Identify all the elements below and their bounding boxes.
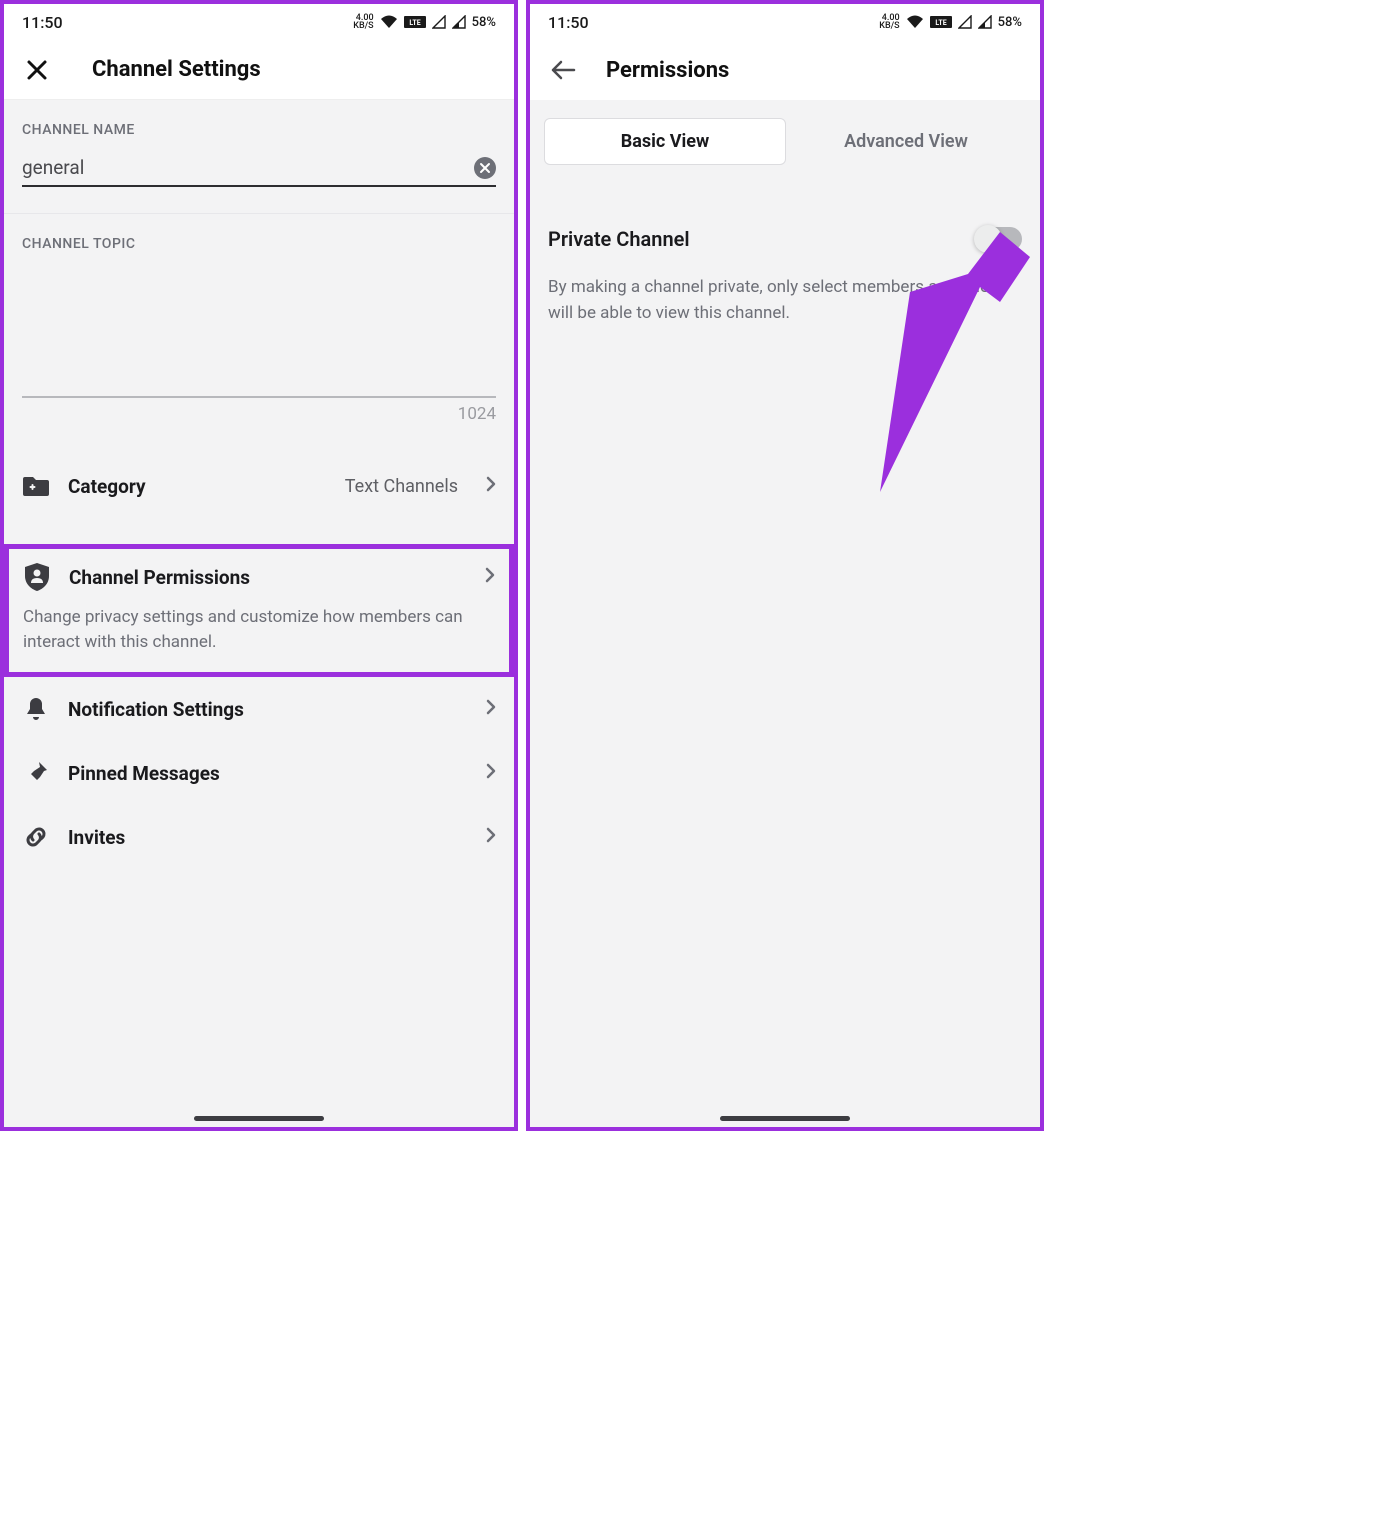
header: Permissions xyxy=(530,40,1040,100)
char-count: 1024 xyxy=(4,398,514,424)
battery-pct: 58% xyxy=(998,15,1022,30)
category-label: Category xyxy=(68,475,327,498)
svg-text:LTE: LTE xyxy=(409,19,420,27)
pinned-messages-row[interactable]: Pinned Messages xyxy=(4,741,514,805)
view-tabs: Basic View Advanced View xyxy=(530,100,1040,169)
signal-icon-1 xyxy=(958,15,972,29)
close-button[interactable] xyxy=(22,55,52,85)
channel-name-section: CHANNEL NAME xyxy=(4,100,514,146)
permissions-label: Channel Permissions xyxy=(69,566,457,589)
status-time: 11:50 xyxy=(548,13,589,32)
battery-pct: 58% xyxy=(472,15,496,30)
invites-row[interactable]: Invites xyxy=(4,805,514,869)
channel-name-input[interactable] xyxy=(22,156,474,179)
channel-name-label: CHANNEL NAME xyxy=(22,122,496,138)
link-icon xyxy=(22,823,50,851)
svg-text:LTE: LTE xyxy=(935,19,946,27)
toggle-knob xyxy=(974,225,1002,253)
status-bar: 11:50 4.00KB/S LTE 58% xyxy=(530,4,1040,40)
nav-handle[interactable] xyxy=(194,1116,324,1121)
page-title: Channel Settings xyxy=(92,57,261,82)
signal-icon-2 xyxy=(452,15,466,29)
phone-right: 11:50 4.00KB/S LTE 58% Permissions Basic… xyxy=(526,0,1044,1131)
wifi-icon xyxy=(906,15,924,29)
private-channel-label: Private Channel xyxy=(548,227,690,251)
header: Channel Settings xyxy=(4,40,514,100)
status-right: 4.00KB/S LTE 58% xyxy=(879,14,1022,30)
bell-icon xyxy=(22,695,50,723)
kbs-bot: KB/S xyxy=(879,22,899,30)
channel-topic-input[interactable] xyxy=(22,268,496,398)
tab-basic-view[interactable]: Basic View xyxy=(544,118,786,165)
chevron-right-icon xyxy=(486,827,496,847)
invites-label: Invites xyxy=(68,826,458,849)
clear-icon[interactable] xyxy=(474,157,496,179)
chevron-right-icon xyxy=(485,567,495,587)
channel-name-input-row xyxy=(22,146,496,187)
status-right: 4.00KB/S LTE 58% xyxy=(353,14,496,30)
notification-settings-row[interactable]: Notification Settings xyxy=(4,677,514,741)
nav-handle[interactable] xyxy=(720,1116,850,1121)
private-channel-section: Private Channel By making a channel priv… xyxy=(530,169,1040,326)
pin-icon xyxy=(22,759,50,787)
signal-icon-2 xyxy=(978,15,992,29)
page-title: Permissions xyxy=(606,58,729,83)
back-button[interactable] xyxy=(548,55,578,85)
chevron-right-icon xyxy=(486,476,496,496)
channel-permissions-row[interactable]: Channel Permissions Change privacy setti… xyxy=(4,544,514,677)
folder-plus-icon xyxy=(22,472,50,500)
status-bar: 11:50 4.00KB/S LTE 58% xyxy=(4,4,514,40)
category-row[interactable]: Category Text Channels xyxy=(4,454,514,518)
chevron-right-icon xyxy=(486,699,496,719)
status-time: 11:50 xyxy=(22,13,63,32)
private-channel-desc: By making a channel private, only select… xyxy=(548,275,1022,326)
kbs-bot: KB/S xyxy=(353,22,373,30)
wifi-icon xyxy=(380,15,398,29)
channel-topic-label: CHANNEL TOPIC xyxy=(22,236,496,252)
notifications-label: Notification Settings xyxy=(68,698,458,721)
signal-icon-1 xyxy=(432,15,446,29)
phone-left: 11:50 4.00KB/S LTE 58% Channel Settings … xyxy=(0,0,518,1131)
private-channel-toggle[interactable] xyxy=(976,227,1022,251)
channel-topic-section: CHANNEL TOPIC xyxy=(4,214,514,260)
chevron-right-icon xyxy=(486,763,496,783)
category-value: Text Channels xyxy=(345,476,458,497)
permissions-desc: Change privacy settings and customize ho… xyxy=(23,605,495,654)
volte-icon: LTE xyxy=(930,16,952,28)
tab-advanced-view[interactable]: Advanced View xyxy=(786,119,1026,164)
pinned-label: Pinned Messages xyxy=(68,762,458,785)
shield-user-icon xyxy=(23,563,51,591)
volte-icon: LTE xyxy=(404,16,426,28)
